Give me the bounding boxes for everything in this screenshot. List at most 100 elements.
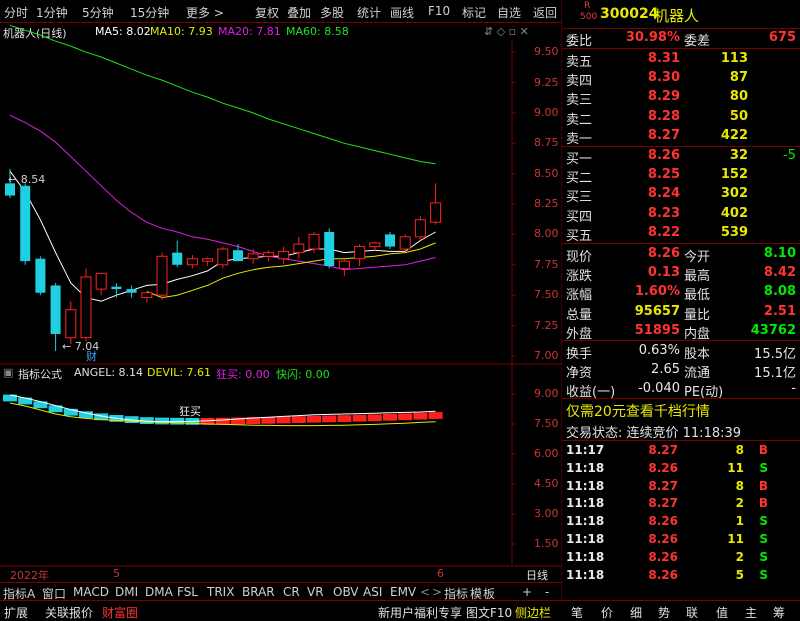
candle[interactable] [50,283,61,352]
tab-vr[interactable]: VR [307,585,324,599]
ma60-line [9,24,436,165]
sell-volume: 113 [720,51,748,66]
candle[interactable] [202,257,214,267]
related-quote-button[interactable]: 关联报价 [45,604,93,621]
stat-row[interactable]: 收益(一) -0.040 PE(动) - [562,380,800,400]
candle[interactable] [233,244,243,262]
candle[interactable] [156,252,168,301]
stat-row[interactable]: 涨跌 0.13 最高 8.42 [562,264,800,284]
tab-asi[interactable]: ASI [363,585,382,599]
cai-marker[interactable]: 财 [86,348,97,364]
buy-volume: 302 [720,186,748,202]
indicator-bar [428,412,443,419]
candle-body [172,252,183,265]
stat-label: 外盘 [566,326,593,342]
tab-dmi[interactable]: DMI [115,585,138,599]
candle[interactable] [430,183,442,225]
candle[interactable] [126,285,137,298]
stat-label: 涨幅 [566,288,593,304]
tick-price: 8.26 [648,514,678,529]
sell-row[interactable]: 卖五 8.31 113 [562,50,800,70]
candle[interactable] [80,268,92,342]
candle[interactable] [338,258,350,276]
tab-obv[interactable]: OBV [333,585,359,599]
candle[interactable] [186,255,198,269]
stat-row[interactable]: 净资 2.65 流通 15.1亿 [562,361,800,381]
tab-macd[interactable]: MACD [73,585,109,599]
tab-emv[interactable]: EMV [390,585,416,599]
stat-label: 净资 [566,366,593,381]
candle[interactable] [278,246,290,264]
tab-plus[interactable]: + [522,585,532,599]
candle[interactable] [111,283,122,298]
tab-dma[interactable]: DMA [145,585,173,599]
kline-chart[interactable] [0,0,562,600]
sell-row[interactable]: 卖一 8.27 422 [562,127,800,147]
candle[interactable] [324,228,335,269]
tick-volume: 1 [735,514,744,529]
weibi-value: 30.98% [625,30,680,45]
indicator-bar [291,416,306,423]
tab-fsl[interactable]: FSL [177,585,198,599]
buy-row[interactable]: 买四 8.23 402 [562,205,800,225]
candle[interactable] [354,244,366,267]
candle-body [35,258,46,293]
promo-link[interactable]: 仅需20元查看千档行情 [566,401,710,421]
tab-next-arrow[interactable]: > [432,585,442,599]
stat-row[interactable]: 涨幅 1.60% 最低 8.08 [562,283,800,304]
new-user-ad[interactable]: 新用户福利专享 [378,604,462,621]
candle-body [156,255,168,296]
candle[interactable] [293,236,305,259]
tick-direction: S [759,549,768,564]
tab-minus[interactable]: - [545,585,549,599]
candle-body [293,243,305,254]
candle[interactable] [65,301,77,344]
tab-cr[interactable]: CR [283,585,300,599]
candle[interactable] [35,256,46,296]
candle[interactable] [262,250,274,262]
stat-row[interactable]: 现价 8.26 今开 8.10 [562,245,800,265]
stat-value: 2.65 [651,362,680,377]
candle[interactable] [369,241,381,252]
candle[interactable] [247,248,259,264]
tab-trix[interactable]: TRIX [207,585,234,599]
stat-row[interactable]: 总量 95657 量比 2.51 [562,303,800,323]
candle[interactable] [20,183,31,265]
tick-price: 8.26 [648,460,678,475]
indicator-dropdown-icon[interactable]: ▣ [3,366,13,379]
candle[interactable] [385,231,395,249]
time-label-may: 5 [113,567,120,580]
stat-row[interactable]: 换手 0.63% 股本 15.5亿 [562,342,800,362]
buy-row[interactable]: 买三 8.24 302 [562,185,800,205]
buy-row[interactable]: 买一 8.26 32 -5 [562,147,800,167]
tick-time: 11:18 [566,532,605,546]
sell-row[interactable]: 卖四 8.30 87 [562,69,800,89]
wealth-circle-button[interactable]: 财富圈 [102,604,138,621]
stat-value: 2.51 [763,303,796,319]
period-label[interactable]: 日线 [526,567,548,583]
buy-row[interactable]: 买二 8.25 152 [562,166,800,186]
tab-prev-arrow[interactable]: < [420,585,430,599]
candle[interactable] [95,272,107,296]
indicator-name[interactable]: 指标公式 [18,366,62,382]
buy-volume: 539 [720,224,748,240]
stat-row[interactable]: 外盘 51895 内盘 43762 [562,322,800,342]
tick-time: 11:18 [566,478,605,493]
r-badge: R [584,1,591,11]
candle[interactable] [141,292,153,303]
sidebar-button[interactable]: 侧边栏 [515,604,551,621]
indicator-bar [215,417,230,425]
extend-button[interactable]: 扩展 [4,604,28,621]
candle[interactable] [399,234,411,252]
tab-brar[interactable]: BRAR [242,585,275,599]
candle[interactable] [172,240,183,268]
tuwen-f10-button[interactable]: 图文F10 [466,604,512,621]
buy-level-label: 买五 [566,228,593,244]
sell-row[interactable]: 卖二 8.28 50 [562,108,800,128]
sell-price: 8.27 [647,127,680,143]
candle[interactable] [414,216,426,240]
angel-label: ANGEL: 8.14 [74,366,144,379]
candle[interactable] [217,246,229,269]
buy-row[interactable]: 买五 8.22 539 [562,224,800,244]
sell-row[interactable]: 卖三 8.29 80 [562,88,800,108]
